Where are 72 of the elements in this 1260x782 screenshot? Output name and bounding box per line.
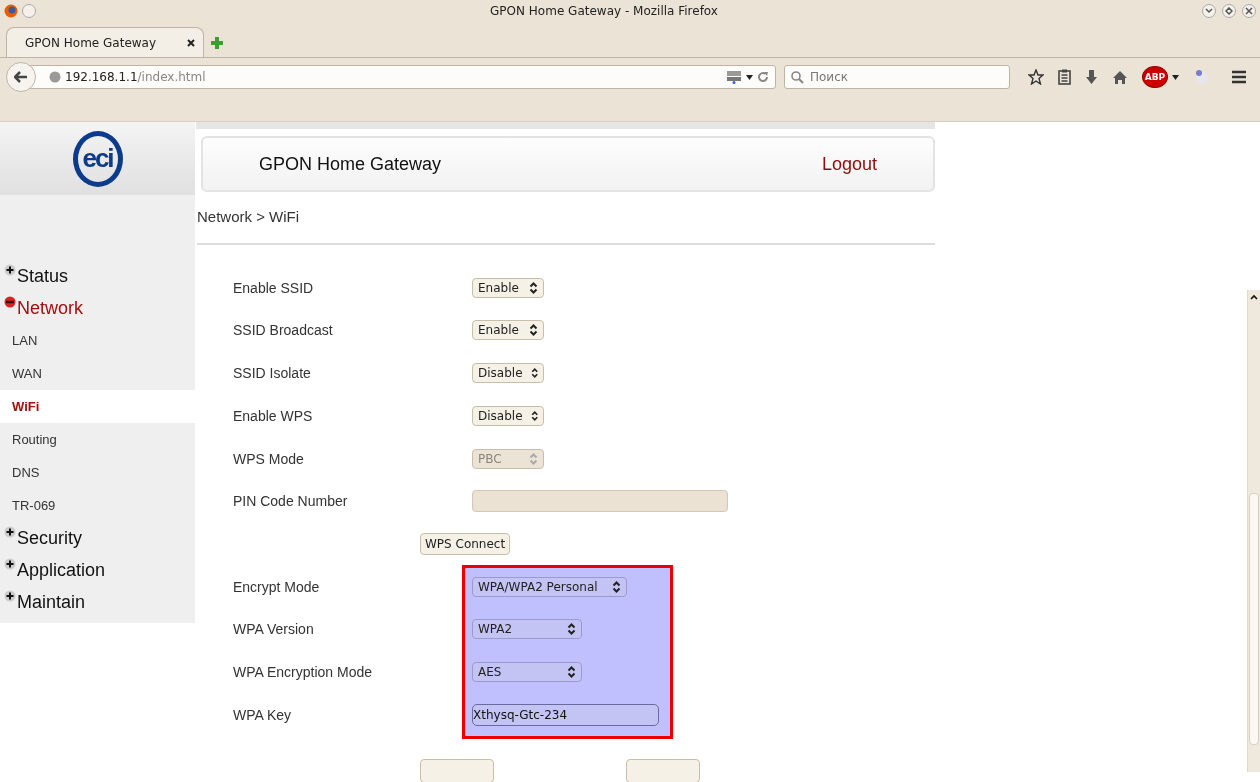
- field-label: PIN Code Number: [232, 493, 349, 510]
- scrollbar[interactable]: [1247, 290, 1260, 772]
- caret-icon[interactable]: [746, 74, 753, 80]
- sidebar-group[interactable]: Status: [0, 260, 195, 292]
- sidebar-group[interactable]: Security: [0, 522, 195, 554]
- sidebar-item[interactable]: LAN: [0, 324, 195, 357]
- dropdown[interactable]: WPA2: [472, 619, 582, 640]
- star-icon[interactable]: [1028, 69, 1044, 85]
- updown-icon: [529, 281, 538, 294]
- sidebar-item[interactable]: TR-069: [0, 489, 195, 522]
- clipboard-icon[interactable]: [1058, 69, 1071, 85]
- company-logo: eci: [72, 130, 123, 187]
- plus-icon[interactable]: [4, 526, 16, 538]
- sidebar-group[interactable]: Application: [0, 554, 195, 586]
- reload-icon[interactable]: [757, 71, 769, 83]
- browser-tab[interactable]: GPON Home Gateway: [6, 27, 204, 57]
- breadcrumb: Network > WiFi: [197, 208, 301, 228]
- adblock-button[interactable]: ABP: [1142, 66, 1168, 88]
- field-label: SSID Isolate: [232, 365, 312, 382]
- minus-icon[interactable]: [4, 296, 16, 308]
- key-field[interactable]: Xthysq-Gtc-234: [472, 703, 659, 726]
- caret-icon[interactable]: [1172, 74, 1179, 80]
- scroll-thumb[interactable]: [1249, 493, 1259, 745]
- sidebar-group[interactable]: Maintain: [0, 586, 195, 618]
- globe-icon[interactable]: [49, 71, 61, 83]
- updown-icon: [530, 409, 538, 422]
- field-label: SSID Broadcast: [232, 322, 334, 339]
- updown-icon: [530, 367, 538, 380]
- plus-icon[interactable]: [4, 558, 16, 570]
- field-label: WPA Encryption Mode: [232, 663, 374, 680]
- arrow-left-icon[interactable]: [14, 71, 28, 83]
- wps-connect-button[interactable]: WPS Connect: [420, 532, 511, 555]
- updown-icon: [529, 452, 538, 465]
- updown-icon: [612, 580, 621, 593]
- sidebar-item[interactable]: WiFi: [0, 390, 195, 423]
- plus-icon[interactable]: [4, 590, 16, 602]
- plus-icon[interactable]: [4, 264, 16, 276]
- sidebar-group[interactable]: Network: [0, 292, 195, 324]
- dropdown[interactable]: Disable: [472, 363, 544, 384]
- browser-logo-icon: [4, 4, 18, 18]
- search-icon: [791, 71, 804, 84]
- field-label: Enable WPS: [232, 407, 314, 424]
- updown-icon: [567, 665, 576, 678]
- menu-icon[interactable]: [1231, 70, 1247, 84]
- url-field[interactable]: 192.168.1.1/index.html: [30, 65, 776, 89]
- back-button[interactable]: [6, 62, 36, 92]
- dropdown[interactable]: Disable: [472, 405, 544, 426]
- close-icon[interactable]: [187, 38, 195, 47]
- sidebar-item[interactable]: Routing: [0, 423, 195, 456]
- dropdown[interactable]: Enable: [472, 277, 544, 298]
- sidebar-item[interactable]: WAN: [0, 357, 195, 390]
- dropdown[interactable]: AES: [472, 661, 582, 682]
- sidebar-item[interactable]: DNS: [0, 456, 195, 489]
- chevron-down-icon[interactable]: [1205, 8, 1213, 14]
- field-label: WPA Version: [232, 621, 315, 638]
- search-field[interactable]: Поиск: [784, 65, 1010, 89]
- logout-link[interactable]: Logout: [821, 153, 877, 175]
- download-icon[interactable]: [1085, 69, 1098, 85]
- dropdown[interactable]: WPA/WPA2 Personal: [472, 576, 627, 597]
- field-label: Enable SSID: [232, 279, 315, 296]
- header-title: GPON Home Gateway: [259, 153, 443, 175]
- minimize-button[interactable]: [1202, 4, 1216, 18]
- field-label: Encrypt Mode: [232, 578, 321, 595]
- home-icon[interactable]: [1112, 69, 1128, 85]
- window-title: GPON Home Gateway - Mozilla Firefox: [489, 4, 719, 18]
- updown-icon: [567, 623, 576, 636]
- server-icon[interactable]: [726, 70, 742, 84]
- dropdown[interactable]: Enable: [472, 320, 544, 341]
- extension-icon[interactable]: [1193, 69, 1209, 85]
- field-label: WPA Key: [232, 706, 293, 723]
- field-label: WPS Mode: [232, 450, 305, 467]
- updown-icon: [529, 324, 538, 337]
